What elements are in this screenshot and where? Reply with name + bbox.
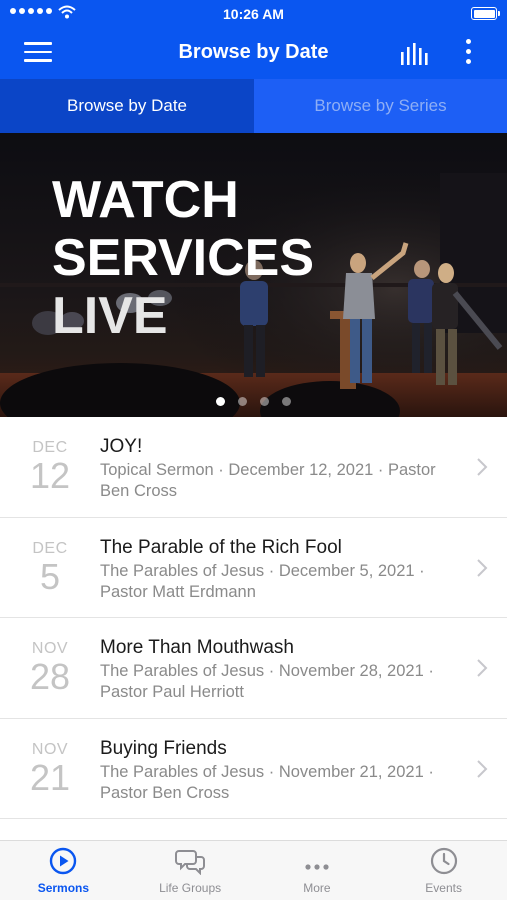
tab-events[interactable]: Events: [380, 841, 507, 900]
tab-label: Events: [425, 881, 462, 895]
sermon-row[interactable]: DEC 5 The Parable of the Rich Fool The P…: [0, 518, 507, 618]
tab-label: More: [303, 881, 331, 895]
sermon-row[interactable]: NOV 28 More Than Mouthwash The Parables …: [0, 618, 507, 719]
sermon-title: JOY!: [100, 436, 143, 457]
sermon-list: DEC 12 JOY! Topical Sermon · December 12…: [0, 417, 507, 819]
carousel-dot[interactable]: [260, 397, 269, 406]
chevron-right-icon: [477, 759, 488, 778]
page-title: Browse by Date: [178, 41, 329, 63]
audio-bars-icon[interactable]: [400, 42, 430, 66]
sermon-day: 5: [39, 555, 61, 597]
navigation-bar: Browse by Date: [0, 28, 507, 79]
chevron-right-icon: [477, 659, 488, 677]
sermon-day: 21: [29, 756, 71, 798]
tab-browse-by-series[interactable]: Browse by Series: [254, 79, 507, 133]
sermon-title: The Parable of the Rich Fool: [100, 536, 342, 558]
chevron-right-icon: [477, 458, 488, 476]
sermon-day: 12: [29, 455, 71, 496]
tab-browse-by-date[interactable]: Browse by Date: [0, 79, 254, 133]
battery-icon: [471, 7, 500, 20]
hero-headline: WATCH SERVICES LIVE: [52, 171, 314, 345]
carousel-dot[interactable]: [282, 397, 291, 406]
sermon-day: 28: [29, 656, 71, 697]
tab-sermons[interactable]: Sermons: [0, 841, 127, 900]
tab-more[interactable]: More: [254, 841, 381, 900]
sermon-row[interactable]: NOV 21 Buying Friends The Parables of Je…: [0, 719, 507, 819]
tab-label: Sermons: [37, 881, 90, 895]
sermon-meta: The Parables of Jesus · November 21, 202…: [100, 762, 434, 802]
hero-headline-line-2: SERVICES: [52, 229, 315, 287]
app-screen: 10:26 AM Browse by Date Browse by Date B…: [0, 0, 507, 900]
carousel-dot[interactable]: [238, 397, 247, 406]
tab-label: Life Groups: [159, 881, 222, 895]
status-bar: 10:26 AM: [0, 0, 507, 28]
sermon-meta: The Parables of Jesus · December 5, 2021…: [100, 561, 425, 601]
bottom-tab-bar: Sermons Life Groups More Events: [0, 840, 507, 900]
sermon-row[interactable]: DEC 12 JOY! Topical Sermon · December 12…: [0, 417, 507, 518]
play-circle-icon: [50, 847, 77, 875]
sermon-title: More Than Mouthwash: [100, 637, 294, 658]
ellipsis-icon: [305, 864, 329, 870]
hero-headline-line-1: WATCH: [52, 171, 239, 229]
browse-tabs: Browse by Date Browse by Series: [0, 79, 507, 133]
chevron-right-icon: [477, 558, 488, 577]
sermon-meta: Topical Sermon · December 12, 2021 · Pas…: [100, 461, 436, 500]
hero-headline-line-3: LIVE: [52, 287, 168, 345]
clock-icon: [430, 847, 457, 875]
carousel-page-indicator: [216, 397, 291, 406]
sermon-title: Buying Friends: [100, 737, 227, 759]
status-time: 10:26 AM: [223, 6, 284, 22]
hero-banner[interactable]: WATCH SERVICES LIVE: [0, 133, 507, 417]
carousel-dot[interactable]: [216, 397, 225, 406]
chat-bubbles-icon: [175, 850, 206, 875]
tab-life-groups[interactable]: Life Groups: [127, 841, 254, 900]
more-options-icon[interactable]: [460, 39, 476, 67]
sermon-meta: The Parables of Jesus · November 28, 202…: [100, 662, 434, 701]
